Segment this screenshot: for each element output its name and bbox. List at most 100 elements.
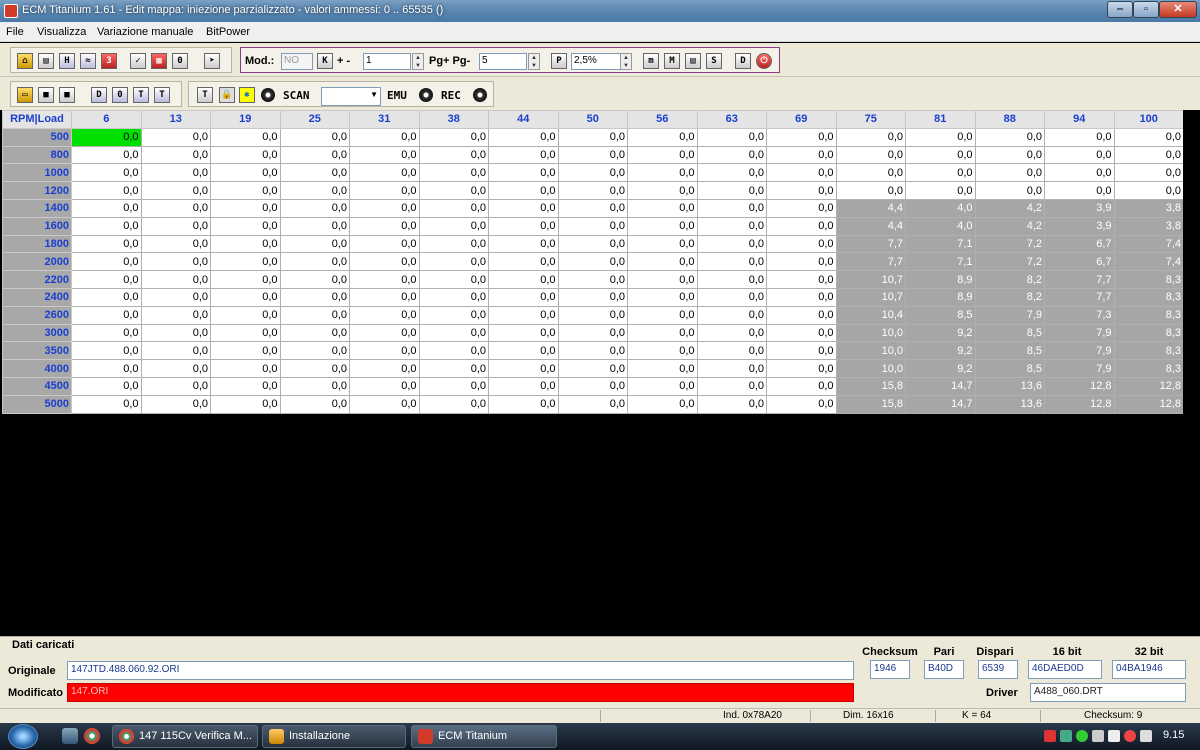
map-cell[interactable]: 7,7 (1044, 287, 1115, 307)
map-cell[interactable]: 0,0 (418, 216, 489, 236)
d-button[interactable]: D (735, 53, 751, 69)
map-cell[interactable]: 0,0 (766, 181, 837, 200)
map-cell[interactable]: 0,0 (71, 394, 142, 414)
driver-field[interactable]: A488_060.DRT (1030, 683, 1186, 702)
map-cell[interactable]: 0,0 (210, 234, 281, 254)
map-cell[interactable]: 0,0 (766, 270, 837, 289)
send-arrow-icon[interactable]: ➤ (204, 53, 220, 69)
menu-variazione-manuale[interactable]: Variazione manuale (97, 26, 193, 38)
run-icon[interactable]: ✱ (239, 87, 255, 103)
map-cell[interactable]: 10,7 (835, 287, 906, 307)
map-cell[interactable]: 4,4 (835, 198, 906, 218)
map-cell[interactable]: 0,0 (418, 359, 489, 378)
map-cell[interactable]: 0,0 (557, 376, 628, 396)
map-cell[interactable]: 0,0 (279, 341, 350, 361)
map-cell[interactable]: 0,0 (557, 270, 628, 289)
load-column-header[interactable]: 50 (557, 110, 628, 129)
map-cell[interactable]: 0,0 (349, 127, 420, 147)
map-cell[interactable]: 0,0 (1113, 163, 1184, 183)
map-cell[interactable]: 0,0 (627, 376, 698, 396)
map-cell[interactable]: 0,0 (279, 394, 350, 414)
map-cell[interactable]: 9,2 (905, 341, 976, 361)
map-cell[interactable]: 0,0 (418, 127, 489, 147)
map-cell[interactable]: 7,1 (905, 234, 976, 254)
map-cell[interactable]: 0,0 (766, 198, 837, 218)
map-cell[interactable]: 0,0 (279, 145, 350, 165)
map-cell[interactable]: 0,0 (349, 163, 420, 183)
map-cell[interactable]: 10,0 (835, 359, 906, 378)
map-cell[interactable]: 0,0 (557, 216, 628, 236)
map-cell[interactable]: 0,0 (71, 305, 142, 325)
rpm-row-header[interactable]: 5000 (2, 394, 72, 414)
map-cell[interactable]: 0,0 (488, 145, 559, 165)
map-cell[interactable]: 0,0 (349, 305, 420, 325)
copy-map-icon[interactable]: ▤ (38, 53, 54, 69)
rpm-row-header[interactable]: 1200 (2, 181, 72, 200)
map-cell[interactable]: 0,0 (210, 305, 281, 325)
map-cell[interactable]: 0,0 (557, 234, 628, 254)
percent-spinner[interactable]: ▲ ▼ (620, 53, 632, 70)
show-desktop-icon[interactable] (62, 728, 78, 744)
rpm-row-header[interactable]: 3000 (2, 323, 72, 343)
map-cell[interactable]: 0,0 (557, 287, 628, 307)
map-cell[interactable]: 7,4 (1113, 234, 1184, 254)
load-column-header[interactable]: 88 (974, 110, 1045, 129)
map-cell[interactable]: 15,8 (835, 376, 906, 396)
map-cell[interactable]: 0,0 (766, 341, 837, 361)
map-cell[interactable]: 0,0 (349, 359, 420, 378)
map-cell[interactable]: 0,0 (71, 359, 142, 378)
map-cell[interactable]: 12,8 (1044, 376, 1115, 396)
map-cell[interactable]: 0,0 (905, 163, 976, 183)
map-cell[interactable]: 10,0 (835, 341, 906, 361)
map-cell[interactable]: 0,0 (210, 181, 281, 200)
map-cell[interactable]: 0,0 (349, 323, 420, 343)
map-cell[interactable]: 0,0 (488, 198, 559, 218)
rpm-row-header[interactable]: 2400 (2, 287, 72, 307)
close-button[interactable]: ✕ (1159, 1, 1197, 18)
map-cell[interactable]: 0,0 (349, 394, 420, 414)
map-cell[interactable]: 0,0 (627, 234, 698, 254)
rpm-row-header[interactable]: 1000 (2, 163, 72, 183)
load-column-header[interactable]: 38 (418, 110, 489, 129)
load-column-header[interactable]: 56 (627, 110, 698, 129)
map-cell[interactable]: 0,0 (71, 234, 142, 254)
map-cell[interactable]: 0,0 (140, 181, 211, 200)
percent-button[interactable]: P (551, 53, 567, 69)
rpm-row-header[interactable]: 4500 (2, 376, 72, 396)
record-dot-icon[interactable] (261, 88, 275, 102)
map-cell[interactable]: 0,0 (279, 216, 350, 236)
map-cell[interactable]: 0,0 (488, 216, 559, 236)
map-cell[interactable]: 0,0 (488, 341, 559, 361)
map-cell[interactable]: 0,0 (71, 287, 142, 307)
map-cell[interactable]: 8,3 (1113, 287, 1184, 307)
originale-field[interactable]: 147JTD.488.060.92.ORI (67, 661, 854, 680)
step-field[interactable]: 1 (363, 53, 411, 70)
map-cell[interactable]: 0,0 (71, 145, 142, 165)
map-cell[interactable]: 0,0 (557, 305, 628, 325)
usb-icon[interactable] (1092, 730, 1104, 742)
map-cell[interactable]: 0,0 (140, 376, 211, 396)
map-cell[interactable]: 8,5 (974, 359, 1045, 378)
map-cell[interactable]: 4,4 (835, 216, 906, 236)
map-cell[interactable]: 0,0 (905, 127, 976, 147)
map-cell[interactable]: 0,0 (696, 198, 767, 218)
map-cell[interactable]: 0,0 (418, 198, 489, 218)
map-cell[interactable]: 0,0 (71, 216, 142, 236)
map-cell[interactable]: 8,3 (1113, 359, 1184, 378)
map-cell[interactable]: 8,3 (1113, 305, 1184, 325)
menu-visualizza[interactable]: Visualizza (37, 26, 86, 38)
map-cell[interactable]: 0,0 (140, 198, 211, 218)
map-cell[interactable]: 0,0 (627, 252, 698, 272)
map-cell[interactable]: 0,0 (627, 198, 698, 218)
rpm-row-header[interactable]: 2600 (2, 305, 72, 325)
map-cell[interactable]: 0,0 (140, 359, 211, 378)
map-cell[interactable]: 0,0 (488, 359, 559, 378)
map-cell[interactable]: 0,0 (766, 145, 837, 165)
map-cell[interactable]: 0,0 (279, 127, 350, 147)
map-cell[interactable]: 4,0 (905, 216, 976, 236)
map-cell[interactable]: 0,0 (557, 394, 628, 414)
map-cell[interactable]: 0,0 (210, 252, 281, 272)
check-icon[interactable]: ✓ (130, 53, 146, 69)
maximize-button[interactable]: ▫ (1133, 1, 1159, 18)
map-cell[interactable]: 0,0 (1113, 145, 1184, 165)
